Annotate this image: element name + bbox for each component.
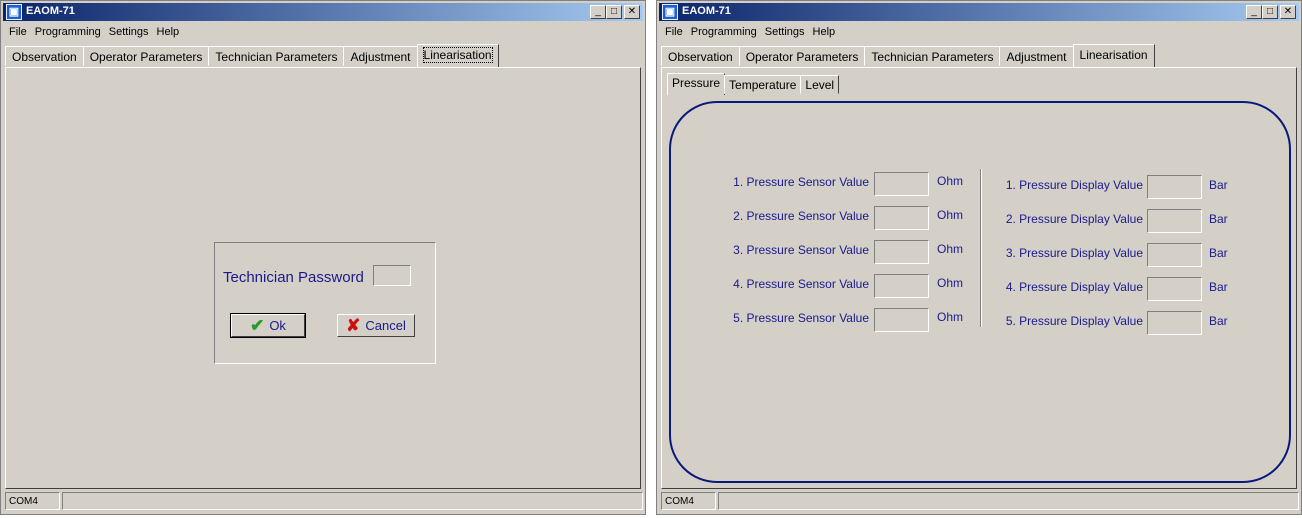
cross-icon: ✘ bbox=[346, 316, 361, 335]
status-port: COM4 bbox=[5, 492, 60, 510]
tab-operator-parameters[interactable]: Operator Parameters bbox=[82, 46, 210, 66]
app-window-password: ▣ EAOM-71 _ □ ✕ File Programming Setting… bbox=[0, 0, 646, 515]
main-tabs: Observation Operator Parameters Technici… bbox=[661, 44, 1155, 67]
maximize-button[interactable]: □ bbox=[1262, 5, 1278, 19]
menu-settings[interactable]: Settings bbox=[761, 24, 809, 41]
cancel-button[interactable]: ✘ Cancel bbox=[337, 314, 415, 337]
status-panel bbox=[718, 492, 1299, 510]
sensor-value-input[interactable] bbox=[874, 172, 929, 196]
display-value-label: 2. Pressure Display Value bbox=[1005, 212, 1143, 226]
status-bar: COM4 bbox=[659, 492, 1299, 512]
menu-bar: File Programming Settings Help bbox=[5, 24, 183, 41]
display-unit-label: Bar bbox=[1209, 314, 1228, 328]
ok-button[interactable]: ✔ Ok bbox=[230, 313, 306, 338]
sensor-value-label: 2. Pressure Sensor Value bbox=[733, 209, 869, 223]
window-title: EAOM-71 bbox=[682, 5, 731, 17]
app-window-linearisation: ▣ EAOM-71 _ □ ✕ File Programming Setting… bbox=[656, 0, 1302, 515]
subtab-level[interactable]: Level bbox=[800, 75, 840, 94]
sensor-value-label: 5. Pressure Sensor Value bbox=[733, 311, 869, 325]
password-label: Technician Password bbox=[223, 269, 364, 286]
sensor-value-input[interactable] bbox=[874, 240, 929, 264]
close-button[interactable]: ✕ bbox=[1280, 5, 1296, 19]
display-value-input[interactable] bbox=[1147, 175, 1202, 199]
menu-help[interactable]: Help bbox=[809, 24, 840, 41]
menu-programming[interactable]: Programming bbox=[687, 24, 761, 41]
tab-adjustment[interactable]: Adjustment bbox=[343, 46, 418, 66]
display-unit-label: Bar bbox=[1209, 212, 1228, 226]
status-bar: COM4 bbox=[3, 492, 643, 512]
subtab-pressure[interactable]: Pressure bbox=[667, 73, 726, 95]
app-icon[interactable]: ▣ bbox=[662, 4, 678, 20]
sub-tabs: Pressure Temperature Level bbox=[667, 73, 840, 96]
display-value-label: 1. Pressure Display Value bbox=[1005, 178, 1143, 192]
title-bar[interactable]: ▣ EAOM-71 _ □ ✕ bbox=[659, 3, 1299, 21]
display-value-label: 3. Pressure Display Value bbox=[1005, 246, 1143, 260]
menu-help[interactable]: Help bbox=[153, 24, 184, 41]
sensor-value-input[interactable] bbox=[874, 308, 929, 332]
tab-linearisation[interactable]: Linearisation bbox=[416, 44, 499, 67]
check-icon: ✔ bbox=[250, 316, 265, 335]
menu-settings[interactable]: Settings bbox=[105, 24, 153, 41]
tab-technician-parameters[interactable]: Technician Parameters bbox=[864, 46, 1001, 66]
title-bar[interactable]: ▣ EAOM-71 _ □ ✕ bbox=[3, 3, 643, 21]
display-value-input[interactable] bbox=[1147, 243, 1202, 267]
display-value-label: 5. Pressure Display Value bbox=[1005, 314, 1143, 328]
sensor-value-label: 3. Pressure Sensor Value bbox=[733, 243, 869, 257]
menu-bar: File Programming Settings Help bbox=[661, 24, 839, 41]
password-input[interactable] bbox=[373, 265, 411, 286]
display-unit-label: Bar bbox=[1209, 246, 1228, 260]
minimize-button[interactable]: _ bbox=[1246, 5, 1262, 19]
display-unit-label: Bar bbox=[1209, 280, 1228, 294]
cancel-label: Cancel bbox=[365, 318, 406, 333]
display-value-input[interactable] bbox=[1147, 209, 1202, 233]
tab-adjustment[interactable]: Adjustment bbox=[999, 46, 1074, 66]
menu-file[interactable]: File bbox=[661, 24, 687, 41]
minimize-button[interactable]: _ bbox=[590, 5, 606, 19]
subtab-temperature[interactable]: Temperature bbox=[724, 75, 802, 94]
ok-label: Ok bbox=[269, 318, 286, 333]
tab-linearisation-label: Linearisation bbox=[422, 47, 493, 63]
sensor-value-input[interactable] bbox=[874, 274, 929, 298]
status-port: COM4 bbox=[661, 492, 716, 510]
tab-operator-parameters[interactable]: Operator Parameters bbox=[738, 46, 866, 66]
app-icon[interactable]: ▣ bbox=[6, 4, 22, 20]
close-button[interactable]: ✕ bbox=[624, 5, 640, 19]
window-title: EAOM-71 bbox=[26, 5, 75, 17]
tab-technician-parameters[interactable]: Technician Parameters bbox=[208, 46, 345, 66]
main-tabs: Observation Operator Parameters Technici… bbox=[5, 44, 499, 67]
menu-programming[interactable]: Programming bbox=[31, 24, 105, 41]
display-unit-label: Bar bbox=[1209, 178, 1228, 192]
display-value-label: 4. Pressure Display Value bbox=[1005, 280, 1143, 294]
maximize-button[interactable]: □ bbox=[606, 5, 622, 19]
display-value-input[interactable] bbox=[1147, 311, 1202, 335]
sensor-value-input[interactable] bbox=[874, 206, 929, 230]
tab-linearisation[interactable]: Linearisation bbox=[1072, 44, 1155, 67]
menu-file[interactable]: File bbox=[5, 24, 31, 41]
tab-panel: Technician Password ✔ Ok ✘ Cancel bbox=[5, 67, 641, 489]
password-dialog: Technician Password ✔ Ok ✘ Cancel bbox=[214, 242, 436, 364]
display-value-input[interactable] bbox=[1147, 277, 1202, 301]
sensor-value-label: 4. Pressure Sensor Value bbox=[733, 277, 869, 291]
status-panel bbox=[62, 492, 643, 510]
tab-observation[interactable]: Observation bbox=[5, 46, 84, 66]
tab-observation[interactable]: Observation bbox=[661, 46, 740, 66]
sensor-value-label: 1. Pressure Sensor Value bbox=[733, 175, 869, 189]
